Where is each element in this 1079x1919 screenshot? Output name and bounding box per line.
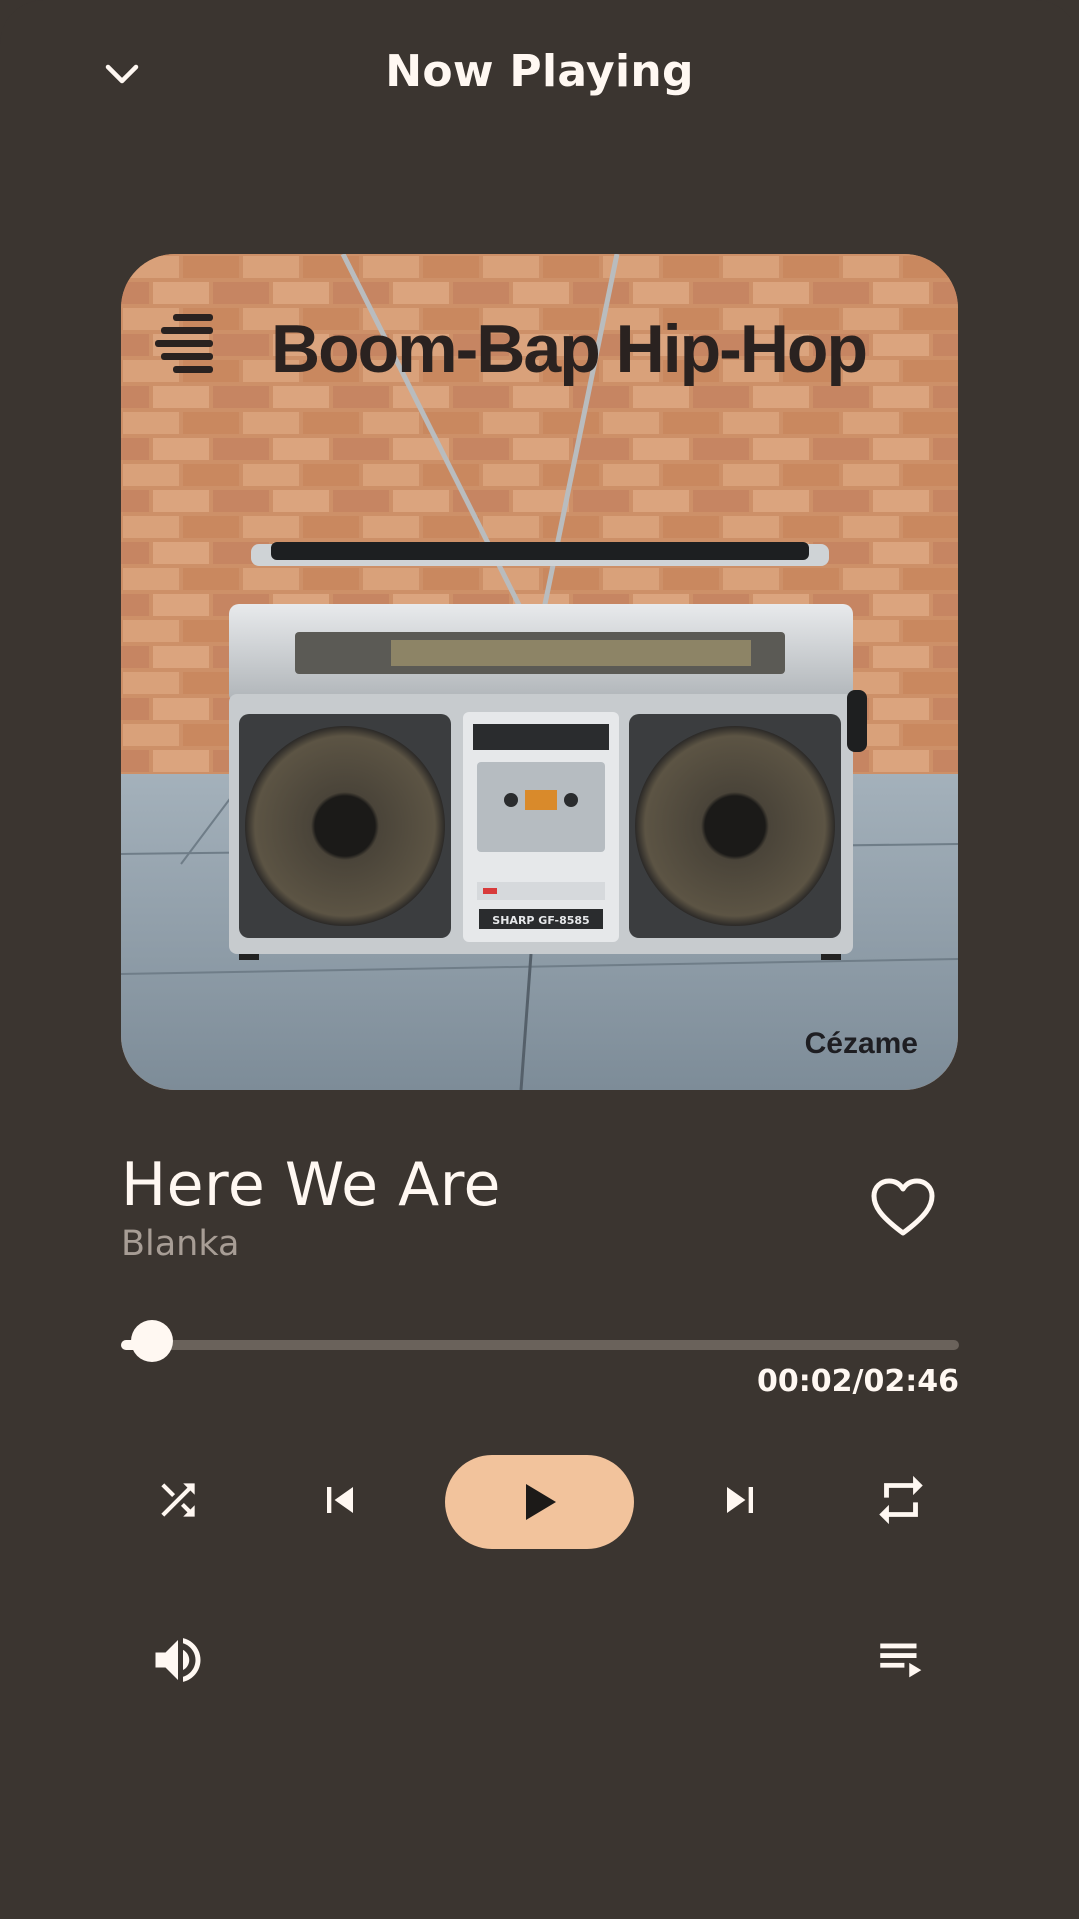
page-title: Now Playing <box>385 46 694 97</box>
total-duration: 02:46 <box>863 1364 960 1399</box>
skip-previous-icon <box>327 1487 353 1513</box>
track-artist[interactable]: Blanka <box>121 1224 239 1264</box>
previous-button[interactable] <box>310 1470 370 1530</box>
volume-icon <box>155 1638 201 1682</box>
seek-bar[interactable] <box>121 1320 959 1362</box>
repeat-icon <box>879 1475 923 1525</box>
now-playing-sheet: Now Playing SHARP GF-8585 Boom-Bap Hip-H… <box>0 0 1079 1919</box>
artwork-brand: Cézame <box>805 1027 918 1060</box>
queue-icon <box>880 1643 922 1678</box>
track-title: Here We Are <box>121 1150 501 1220</box>
heart-outline-icon <box>871 1178 935 1236</box>
volume-button[interactable] <box>146 1630 210 1690</box>
album-artwork: SHARP GF-8585 Boom-Bap Hip-Hop Cézame <box>121 254 958 1090</box>
time-separator: / <box>852 1364 864 1399</box>
play-icon <box>525 1484 556 1520</box>
queue-button[interactable] <box>870 1630 934 1686</box>
shuffle-icon <box>161 1483 195 1517</box>
skip-next-icon <box>727 1487 753 1513</box>
radio-badge: SHARP GF-8585 <box>492 914 589 927</box>
playlist-title: Boom-Bap Hip-Hop <box>271 311 866 387</box>
next-button[interactable] <box>710 1470 770 1530</box>
seek-bar-thumb[interactable] <box>131 1320 173 1362</box>
like-button[interactable] <box>870 1178 936 1238</box>
play-button[interactable] <box>445 1455 634 1549</box>
elapsed-time: 00:02 <box>757 1364 853 1399</box>
time-readout: 00:02 / 02:46 <box>757 1364 959 1399</box>
repeat-button[interactable] <box>869 1470 933 1530</box>
shuffle-button[interactable] <box>148 1470 208 1530</box>
